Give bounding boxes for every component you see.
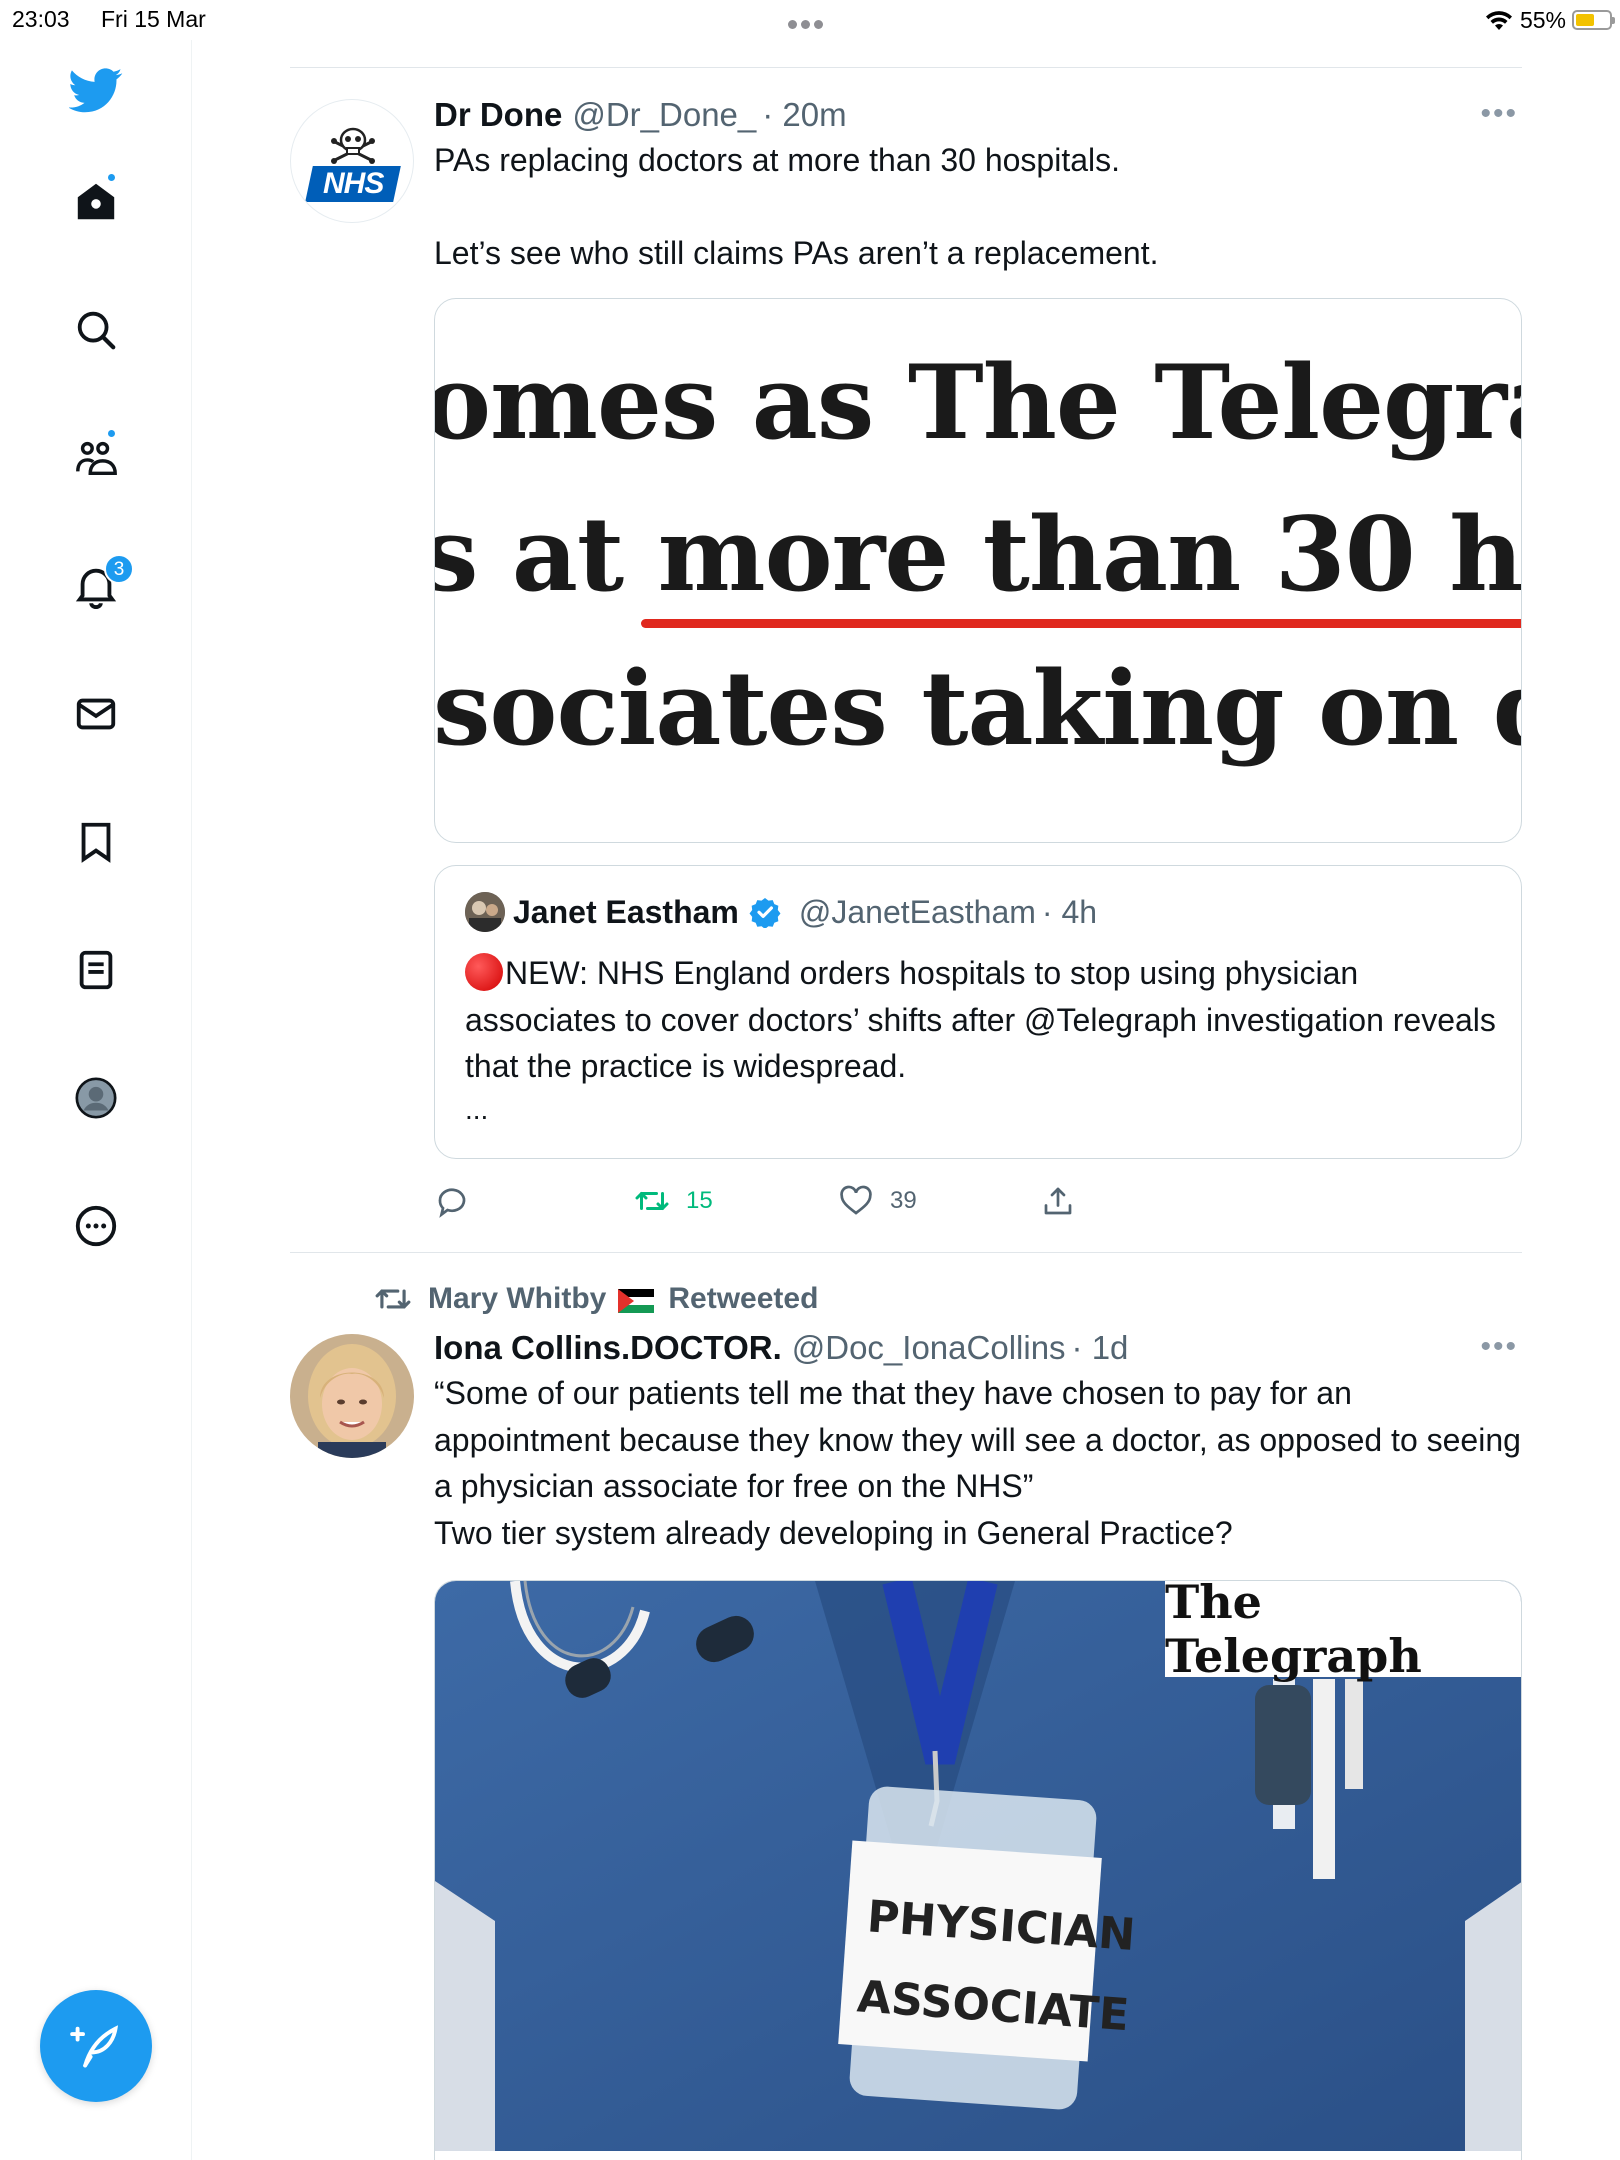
sidebar-item-communities[interactable]	[56, 418, 136, 498]
sidebar-item-search[interactable]	[56, 290, 136, 370]
quoted-tweet-text: NEW: NHS England orders hospitals to sto…	[465, 955, 1496, 1084]
tweet-header: Dr Done @Dr_Done_ · 20m	[434, 95, 1522, 135]
tweet-image[interactable]: PHYSICIAN ASSOCIATE The Telegraph	[434, 1580, 1522, 2160]
status-time: 23:03	[12, 6, 70, 32]
feather-plus-icon	[70, 2025, 119, 2068]
like-count: 39	[890, 1187, 917, 1214]
headline-line-2: s at more than 30 hospit	[435, 495, 1522, 615]
status-bar: 23:03 Fri 15 Mar 55%	[0, 0, 1620, 40]
sidebar-item-lists[interactable]	[56, 930, 136, 1010]
sidebar-item-messages[interactable]	[56, 674, 136, 754]
communities-notification-dot	[106, 428, 117, 439]
author-name[interactable]: Dr Done	[434, 96, 562, 134]
retweet-context: Mary Whitby Retweeted	[374, 1278, 818, 1320]
lists-icon	[79, 950, 113, 990]
quoted-author-handle[interactable]: @JanetEastham	[799, 894, 1036, 931]
like-button[interactable]: 39	[838, 1183, 917, 1219]
status-right: 55%	[1484, 4, 1615, 36]
tweet-header: Iona Collins.DOCTOR. @Doc_IonaCollins · …	[434, 1328, 1522, 1368]
author-handle[interactable]: @Dr_Done_	[572, 96, 756, 134]
retweet-button[interactable]: 15	[634, 1183, 713, 1219]
status-date: Fri 15 Mar	[101, 6, 206, 32]
retweeted-by-name[interactable]: Mary Whitby	[428, 1282, 606, 1316]
search-icon	[77, 311, 116, 350]
home-icon	[77, 183, 115, 220]
avatar[interactable]	[290, 1334, 414, 1458]
retweet-count: 15	[686, 1187, 713, 1214]
communities-icon	[76, 441, 117, 476]
reply-button[interactable]	[434, 1183, 486, 1219]
headline-line-1: omes as The Telegraph c	[435, 343, 1521, 463]
tweet-time[interactable]: · 1d	[1072, 1329, 1129, 1367]
tweet-body: Dr Done @Dr_Done_ · 20m ••• PAs replacin…	[434, 95, 1522, 1218]
more-options-icon[interactable]: •••	[1480, 1332, 1518, 1362]
newspaper-clipping: omes as The Telegraph c s at more than 3…	[435, 299, 1522, 839]
red-underline	[641, 619, 1521, 628]
author-handle[interactable]: @Doc_IonaCollins	[792, 1329, 1066, 1367]
multitasking-dots-icon[interactable]	[788, 16, 832, 29]
retweet-icon	[635, 1192, 669, 1210]
tweet-actions: 15 39	[434, 1181, 1522, 1221]
twitter-bird-icon[interactable]	[56, 50, 136, 130]
share-icon	[1044, 1187, 1072, 1215]
sidebar: 3	[0, 40, 192, 2160]
sidebar-item-more[interactable]	[56, 1186, 136, 1266]
quoted-tweet-time[interactable]: · 4h	[1042, 894, 1097, 931]
tweet-body: Iona Collins.DOCTOR. @Doc_IonaCollins · …	[434, 1328, 1522, 2160]
more-options-icon[interactable]: •••	[1480, 99, 1518, 129]
quoted-tweet-text-wrapper: NEW: NHS England orders hospitals to sto…	[465, 950, 1505, 1090]
headline-line-3: sociates taking on docto	[435, 649, 1521, 769]
compose-tweet-button[interactable]	[40, 1990, 152, 2102]
more-circle-icon	[75, 1205, 117, 1247]
tweet-divider	[290, 1252, 1522, 1253]
avatar[interactable]: NHS	[290, 99, 414, 223]
author-name[interactable]: Iona Collins.DOCTOR.	[434, 1329, 782, 1367]
tweet[interactable]: NHS Dr Done @Dr_Done_ · 20m ••• PAs repl…	[290, 95, 1522, 1235]
quoted-tweet[interactable]: Janet Eastham @JanetEastham · 4h NEW: NH…	[434, 865, 1522, 1159]
retweet-icon	[375, 1289, 411, 1309]
notifications-badge: 3	[104, 554, 134, 584]
tweet[interactable]: Mary Whitby Retweeted Iona Collins.DOCTO…	[290, 1278, 1522, 2160]
sidebar-item-bookmarks[interactable]	[56, 802, 136, 882]
sidebar-item-home[interactable]	[56, 162, 136, 242]
skull-crossbones-icon	[331, 127, 375, 164]
battery-icon	[1572, 10, 1615, 30]
tweet-image[interactable]: omes as The Telegraph c s at more than 3…	[434, 298, 1522, 843]
wifi-icon	[1485, 11, 1512, 30]
nhs-logo-text: NHS	[322, 167, 384, 200]
tweet-text: PAs replacing doctors at more than 30 ho…	[434, 142, 1159, 271]
mail-icon	[76, 698, 116, 730]
telegraph-masthead: The Telegraph	[1165, 1581, 1521, 1683]
quoted-tweet-header: Janet Eastham @JanetEastham · 4h	[465, 892, 1097, 932]
home-notification-dot	[106, 172, 117, 183]
quoted-author-name[interactable]: Janet Eastham	[513, 894, 739, 931]
quoted-avatar	[465, 892, 505, 932]
bookmark-icon	[81, 822, 111, 863]
tweet-text: “Some of our patients tell me that they …	[434, 1375, 1521, 1551]
battery-level	[1576, 14, 1594, 26]
retweeted-label: Retweeted	[668, 1282, 819, 1315]
physician-associate-photo: PHYSICIAN ASSOCIATE The Telegraph	[435, 1581, 1521, 2151]
reply-icon	[438, 1188, 466, 1218]
nhs-logo: NHS	[305, 166, 401, 202]
heart-icon	[840, 1185, 872, 1215]
quoted-tweet-ellipsis: ...	[465, 1094, 489, 1125]
verified-badge-icon	[749, 898, 781, 928]
tweet-time[interactable]: · 20m	[762, 96, 846, 134]
sidebar-item-profile[interactable]	[56, 1058, 136, 1138]
sidebar-item-notifications[interactable]: 3	[56, 546, 136, 626]
timeline-top-divider	[290, 67, 1522, 68]
share-button[interactable]	[1040, 1183, 1092, 1219]
battery-percentage: 55%	[1519, 6, 1566, 33]
red-circle-icon	[465, 953, 503, 991]
palestine-flag-icon	[618, 1287, 655, 1313]
profile-icon	[75, 1077, 117, 1119]
